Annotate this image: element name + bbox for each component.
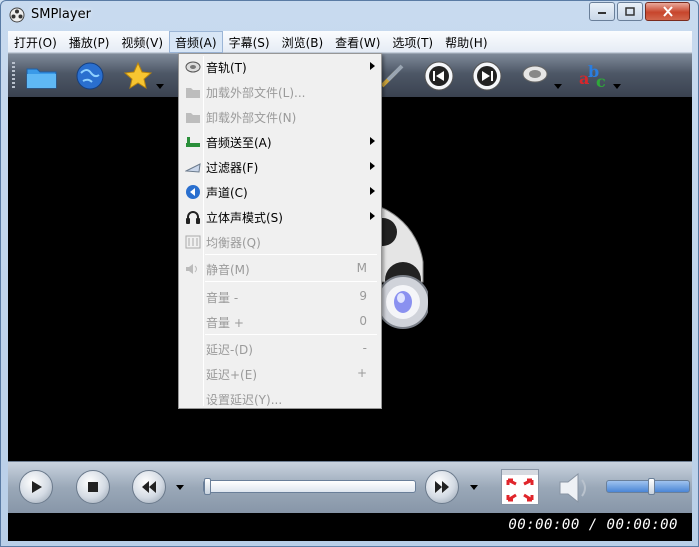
subtitles-toolbar-button[interactable]: abc — [575, 58, 611, 94]
menu-item-delay-minus[interactable]: 延迟-(D) - — [181, 336, 379, 361]
folder-icon — [185, 84, 201, 100]
tools-icon — [380, 64, 404, 88]
folder-icon — [185, 109, 201, 125]
channels-icon — [185, 184, 201, 200]
menu-separator — [205, 254, 377, 255]
seek-bar[interactable] — [203, 478, 416, 495]
menu-play[interactable]: 播放(P) — [63, 31, 116, 53]
minimize-icon — [598, 11, 606, 14]
menu-item-delay-plus[interactable]: 延迟+(E) + — [181, 361, 379, 386]
menu-view[interactable]: 查看(W) — [329, 31, 386, 53]
toolbar-grip[interactable] — [12, 62, 15, 90]
fast-forward-icon — [435, 481, 449, 493]
stop-button[interactable] — [76, 470, 110, 504]
menu-audio[interactable]: 音频(A) — [169, 31, 223, 53]
volume-handle[interactable] — [647, 478, 655, 495]
menu-subtitles[interactable]: 字幕(S) — [223, 31, 276, 53]
equalizer-icon — [185, 234, 201, 250]
subtitles-abc-icon: abc — [579, 62, 606, 91]
skip-previous-icon — [424, 61, 454, 91]
menu-item-audio-output[interactable]: 音频送至(A) — [181, 129, 379, 154]
svg-text:c: c — [596, 72, 606, 91]
audio-menu-dropdown: 音轨(T) 加载外部文件(L)... 卸载外部文件(N) 音频送至(A) 过滤器… — [178, 53, 382, 409]
seek-handle[interactable] — [204, 478, 211, 495]
menu-item-stereo-mode[interactable]: 立体声模式(S) — [181, 204, 379, 229]
menu-separator — [205, 281, 377, 282]
fullscreen-button[interactable] — [501, 469, 539, 505]
globe-icon — [76, 62, 104, 90]
status-bar: 00:00:00 / 00:00:00 — [8, 513, 692, 541]
folder-icon — [26, 68, 57, 89]
maximize-button[interactable] — [617, 2, 643, 21]
filter-icon — [185, 159, 201, 175]
rewind-icon — [142, 481, 156, 493]
submenu-arrow-icon — [370, 137, 375, 145]
star-icon — [123, 61, 153, 90]
subtitles-dropdown-icon[interactable] — [613, 84, 621, 89]
next-button[interactable] — [469, 58, 505, 94]
rewind-dropdown-icon[interactable] — [176, 485, 184, 490]
menu-item-equalizer[interactable]: 均衡器(Q) — [181, 229, 379, 254]
minimize-button[interactable] — [589, 2, 615, 21]
menu-separator — [205, 334, 377, 335]
close-icon — [662, 6, 673, 17]
mute-icon — [185, 261, 201, 277]
maximize-icon — [625, 7, 635, 16]
open-file-button[interactable] — [24, 58, 60, 94]
volume-slider[interactable] — [606, 478, 690, 495]
submenu-arrow-icon — [370, 187, 375, 195]
open-url-button[interactable] — [72, 58, 108, 94]
audio-track-icon — [185, 59, 201, 75]
close-button[interactable] — [645, 2, 690, 21]
menu-item-volume-down[interactable]: 音量 - 9 — [181, 284, 379, 309]
menu-item-volume-up[interactable]: 音量 + 0 — [181, 309, 379, 334]
submenu-arrow-icon — [370, 62, 375, 70]
favorites-button[interactable] — [120, 58, 156, 94]
mute-toggle-button[interactable] — [554, 470, 594, 506]
audio-dropdown-icon[interactable] — [554, 84, 562, 89]
playback-control-bar — [8, 461, 692, 513]
speaker-icon — [522, 65, 548, 83]
skip-next-icon — [472, 61, 502, 91]
menu-open[interactable]: 打开(O) — [8, 31, 63, 53]
submenu-arrow-icon — [370, 162, 375, 170]
volume-icon — [559, 472, 586, 504]
forward-dropdown-icon[interactable] — [470, 485, 478, 490]
menu-browse[interactable]: 浏览(B) — [276, 31, 330, 53]
menu-item-load-external[interactable]: 加载外部文件(L)... — [181, 79, 379, 104]
window-title: SMPlayer — [31, 7, 91, 22]
menu-item-unload-external[interactable]: 卸载外部文件(N) — [181, 104, 379, 129]
play-icon — [32, 481, 42, 493]
menu-options[interactable]: 选项(T) — [386, 31, 439, 53]
menu-item-mute[interactable]: 静音(M) M — [181, 256, 379, 281]
smplayer-logo-icon — [9, 7, 25, 23]
audio-track-toolbar-button[interactable] — [517, 58, 553, 94]
stop-icon — [88, 482, 98, 492]
menu-item-audio-track[interactable]: 音轨(T) — [181, 54, 379, 79]
favorites-dropdown-icon[interactable] — [156, 84, 164, 89]
audio-output-icon — [185, 134, 201, 150]
play-button[interactable] — [19, 470, 53, 504]
fullscreen-icon — [502, 470, 538, 502]
menu-item-set-delay[interactable]: 设置延迟(Y)... — [181, 386, 379, 411]
headphones-icon — [185, 209, 201, 225]
menu-help[interactable]: 帮助(H) — [439, 31, 493, 53]
time-display: 00:00:00 / 00:00:00 — [508, 517, 678, 533]
previous-button[interactable] — [421, 58, 457, 94]
title-bar: SMPlayer — [1, 1, 698, 31]
rewind-button[interactable] — [132, 470, 166, 504]
menu-item-filters[interactable]: 过滤器(F) — [181, 154, 379, 179]
menu-item-channels[interactable]: 声道(C) — [181, 179, 379, 204]
menu-bar: 打开(O) 播放(P) 视频(V) 音频(A) 字幕(S) 浏览(B) 查看(W… — [8, 31, 692, 53]
submenu-arrow-icon — [370, 212, 375, 220]
forward-button[interactable] — [425, 470, 459, 504]
smplayer-window: SMPlayer 打开(O) 播放(P) 视频(V) 音频(A) 字幕(S) 浏… — [0, 0, 699, 547]
menu-video[interactable]: 视频(V) — [115, 31, 169, 53]
